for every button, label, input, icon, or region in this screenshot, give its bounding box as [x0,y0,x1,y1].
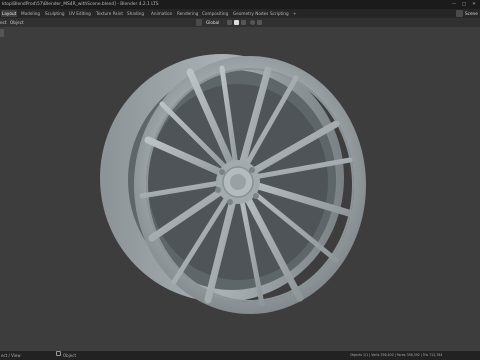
status-stats: Objects 1/1 | Verts 356,400 | Faces 356,… [350,353,443,357]
mode-menu[interactable]: ect [0,18,7,27]
tab-compositing[interactable]: Compositing [202,10,228,17]
lug-nut [219,169,225,175]
mouse-icon [56,351,61,356]
snap-icon[interactable] [227,20,232,25]
close-icon[interactable]: ✕ [469,0,479,9]
status-bar: ect / View Object Objects 1/1 | Verts 35… [0,351,480,360]
tab-geometry-nodes[interactable]: Geometry Nodes [233,10,268,17]
tab-animation[interactable]: Animation [151,10,172,17]
minimize-icon[interactable]: — [449,0,459,9]
lug-nut [253,193,259,199]
tab-modeling[interactable]: Modeling [21,10,40,17]
tab-scripting[interactable]: Scripting [270,10,289,17]
window-title: ktop\BlendProd\57\Blender_MS4R_withScene… [2,2,159,7]
scene-selector[interactable]: Scene [465,9,478,18]
proportional-editing-icon[interactable] [250,20,255,25]
tab-uv-editing[interactable]: UV Editing [69,10,91,17]
window-titlebar: ktop\BlendProd\57\Blender_MS4R_withScene… [0,0,480,9]
center-cap [230,174,246,190]
tab-texture-paint[interactable]: Texture Paint [96,10,123,17]
lug-nut [215,187,221,193]
scene-icon[interactable] [456,10,463,17]
snap-target-icon[interactable] [241,20,246,25]
3d-viewport[interactable] [0,27,480,351]
proportional-falloff-icon[interactable] [257,20,262,25]
transform-orientation-dropdown[interactable]: Global [206,18,219,27]
tab-rendering[interactable]: Rendering [177,10,198,17]
maximize-icon[interactable]: □ [459,0,469,9]
status-object-text: Object [63,353,77,358]
tab-sculpting[interactable]: Sculpting [45,10,65,17]
workspace-bar: Layout Modeling Sculpting UV Editing Tex… [0,9,480,18]
tab-layout[interactable]: Layout [1,10,18,17]
lug-nut [249,167,255,173]
snap-toggle-icon[interactable] [234,20,239,25]
object-menu[interactable]: Object [10,18,24,27]
status-left-text: ect / View [1,353,21,358]
tab-shading[interactable]: Shading [127,10,144,17]
lug-nut [227,199,233,205]
toolbar-toggle[interactable] [0,29,4,37]
pivot-point-icon[interactable] [196,19,202,26]
wheel-render[interactable] [0,27,480,351]
viewport-header: ect Object Global [0,18,480,27]
add-workspace-button[interactable]: + [293,9,297,18]
